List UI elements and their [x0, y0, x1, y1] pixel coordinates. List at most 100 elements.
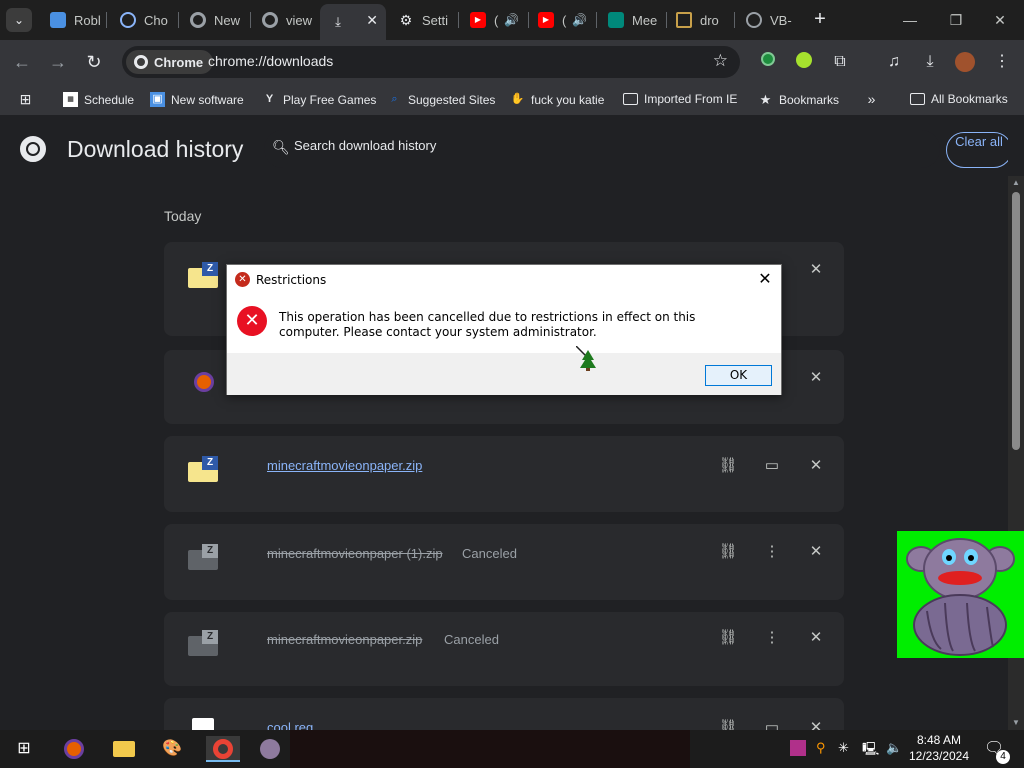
- copy-link-icon[interactable]: ⛓: [718, 456, 738, 476]
- paint-icon[interactable]: 🎨: [158, 736, 186, 762]
- chrome-icon: [190, 12, 206, 28]
- copy-link-icon[interactable]: ⛓: [718, 718, 738, 730]
- more-actions-icon[interactable]: ⋮: [762, 628, 782, 648]
- tab-drop[interactable]: dro: [666, 4, 732, 36]
- tab-meet[interactable]: Mee: [598, 4, 664, 36]
- download-file-link[interactable]: minecraftmovieonpaper.zip: [267, 458, 422, 473]
- tab-youtube-1[interactable]: ▶ ( 🔊: [460, 4, 526, 36]
- bookmark-label: fuck you katie: [531, 92, 605, 107]
- clock-time: 8:48 AM: [916, 733, 962, 747]
- remove-item-icon[interactable]: ✕: [806, 368, 826, 388]
- more-actions-icon[interactable]: ⋮: [762, 542, 782, 562]
- tab-search-button[interactable]: ⌄: [6, 8, 32, 32]
- start-button[interactable]: ⊞: [10, 736, 38, 762]
- apps-grid-icon[interactable]: ⊞: [18, 92, 39, 107]
- downloads-toolbar-icon[interactable]: ⤓: [920, 52, 940, 72]
- minimize-button[interactable]: —: [888, 6, 932, 34]
- bookmark-suggested-sites[interactable]: ⌕ Suggested Sites: [387, 92, 495, 107]
- tab-label: Robl: [74, 12, 101, 28]
- extension-ball-icon[interactable]: [794, 52, 814, 72]
- tab-settings[interactable]: ⚙ Setti: [388, 4, 456, 36]
- bookmark-imported-ie[interactable]: Imported From IE: [623, 92, 737, 106]
- site-chip[interactable]: Chrome: [126, 50, 214, 74]
- bookmark-schedule[interactable]: ▦ Schedule: [63, 92, 134, 107]
- download-icon: ⤓: [335, 14, 341, 29]
- scroll-down-arrow[interactable]: ▼: [1008, 716, 1024, 730]
- christmas-tree-cursor-icon: [575, 345, 600, 375]
- dialog-close-button[interactable]: ✕: [755, 268, 775, 290]
- extension-green-icon[interactable]: [758, 52, 778, 72]
- remove-item-icon[interactable]: ✕: [806, 260, 826, 280]
- reload-button[interactable]: ↻: [82, 50, 106, 74]
- remove-item-icon[interactable]: ✕: [806, 542, 826, 562]
- close-tab-icon[interactable]: ✕: [366, 12, 378, 29]
- bookmark-play-free-games[interactable]: Y Play Free Games: [262, 92, 377, 107]
- bookmark-label: New software: [171, 92, 244, 107]
- tab-roblox[interactable]: Robl: [40, 4, 104, 36]
- remove-item-icon[interactable]: ✕: [806, 456, 826, 476]
- tab-label: view: [286, 12, 313, 28]
- remove-item-icon[interactable]: ✕: [806, 718, 826, 730]
- chrome-taskbar-icon[interactable]: [206, 736, 240, 762]
- file-explorer-icon[interactable]: [110, 736, 138, 762]
- search-input[interactable]: [294, 138, 694, 153]
- search-bar[interactable]: 🔍︎: [264, 130, 940, 168]
- speaker-icon[interactable]: 🔊: [504, 13, 519, 27]
- tab-search[interactable]: Cho: [110, 4, 176, 36]
- bookmark-new-software[interactable]: ▣ New software: [150, 92, 244, 107]
- download-status: Canceled: [444, 632, 499, 647]
- restore-button[interactable]: ❐: [934, 6, 978, 34]
- url-text[interactable]: chrome://downloads: [208, 53, 333, 69]
- taskbar-clock[interactable]: 8:48 AM 12/23/2024: [906, 732, 972, 764]
- copy-link-icon[interactable]: ⛓: [718, 542, 738, 562]
- tab-vb[interactable]: VB-: [736, 4, 802, 36]
- extensions-puzzle-icon[interactable]: ⧉: [830, 52, 850, 72]
- window-close-button[interactable]: ✕: [978, 6, 1022, 34]
- scroll-up-arrow[interactable]: ▲: [1008, 176, 1024, 190]
- menu-kebab-icon[interactable]: ⋮: [992, 52, 1012, 72]
- tab-separator: [178, 12, 179, 28]
- tray-app-icon[interactable]: [790, 740, 806, 759]
- bookmark-all-bookmarks[interactable]: All Bookmarks: [910, 92, 1008, 106]
- tab-new[interactable]: New: [180, 4, 248, 36]
- bookmark-katie[interactable]: ✋ fuck you katie: [510, 92, 605, 107]
- clock-date: 12/23/2024: [908, 749, 970, 763]
- youtube-icon: ▶: [470, 12, 486, 28]
- bookmark-label: Play Free Games: [283, 92, 377, 107]
- bookmarks-overflow-button[interactable]: »: [864, 92, 885, 107]
- scrollbar-thumb[interactable]: [1012, 192, 1020, 450]
- forward-button[interactable]: →: [46, 50, 70, 74]
- firefox-taskbar-icon[interactable]: [60, 736, 88, 762]
- tab-youtube-2[interactable]: ▶ ( 🔊: [528, 4, 594, 36]
- dialog-message: This operation has been cancelled due to…: [279, 310, 696, 339]
- remove-item-icon[interactable]: ✕: [806, 628, 826, 648]
- ok-button[interactable]: OK: [705, 365, 772, 386]
- dialog-footer: OK: [227, 353, 781, 395]
- bookmark-bookmarks[interactable]: ★ Bookmarks: [758, 92, 839, 107]
- bonzi-taskbar-icon[interactable]: [256, 736, 284, 762]
- tab-downloads[interactable]: ⤓ ✕: [320, 4, 386, 40]
- back-button[interactable]: ←: [10, 50, 34, 74]
- show-in-folder-icon[interactable]: ▭: [762, 718, 782, 730]
- new-tab-button[interactable]: +: [808, 8, 832, 32]
- download-item: Z minecraftmovieonpaper (1).zip Canceled…: [164, 524, 844, 600]
- tab-separator: [596, 12, 597, 28]
- clear-all-button[interactable]: Clear all: [946, 132, 1008, 168]
- roblox-icon: [50, 12, 66, 28]
- tab-separator: [734, 12, 735, 28]
- show-in-folder-icon[interactable]: ▭: [762, 456, 782, 476]
- bookmark-star-icon[interactable]: ☆: [713, 51, 728, 71]
- download-file-link[interactable]: cool.reg: [267, 720, 313, 730]
- media-control-icon[interactable]: ♫: [884, 52, 904, 72]
- speaker-icon[interactable]: 🔊: [572, 13, 587, 27]
- tab-view[interactable]: view: [252, 4, 318, 36]
- profile-avatar[interactable]: [955, 52, 975, 72]
- downloads-page: Download history 🔍︎ Clear all Today Z ✕ …: [0, 118, 1008, 730]
- copy-link-icon[interactable]: ⛓: [718, 628, 738, 648]
- address-bar[interactable]: Chrome chrome://downloads ☆: [122, 46, 740, 78]
- bookmark-label: Suggested Sites: [408, 92, 496, 107]
- tray-search-icon[interactable]: ⚲: [816, 740, 826, 756]
- network-icon[interactable]: 🖳: [862, 740, 879, 762]
- tray-sparkle-icon[interactable]: ✳: [838, 740, 849, 756]
- volume-muted-icon[interactable]: 🔈: [886, 740, 902, 756]
